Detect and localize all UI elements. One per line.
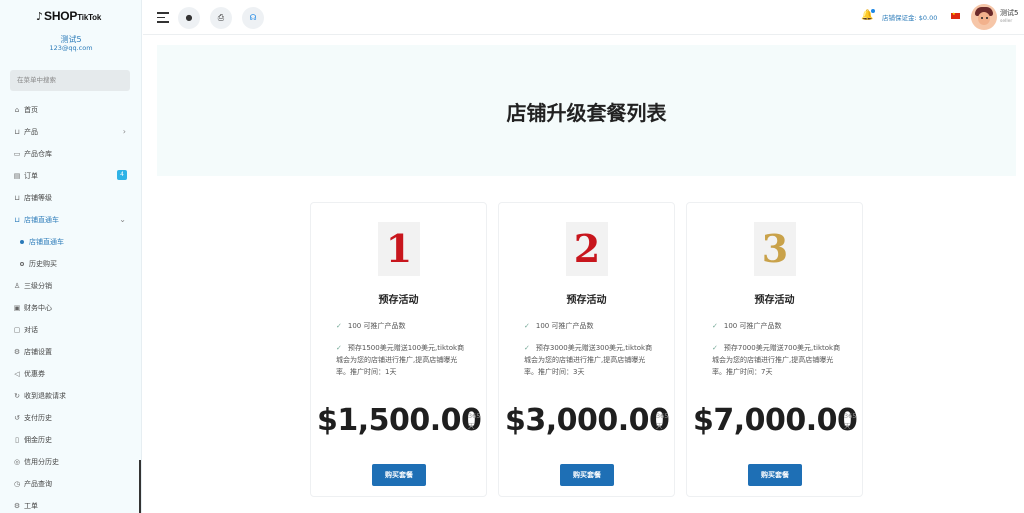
gear-icon: ⚙ (13, 348, 21, 356)
buy-package-button[interactable]: 购买套餐 (372, 464, 426, 486)
package-period: 365 天 (468, 412, 481, 430)
sidebar-subitem-shop-promotion[interactable]: 店铺直通车 (0, 231, 141, 253)
check-icon: ✓ (524, 322, 530, 330)
globe-button[interactable]: ● (178, 7, 200, 29)
check-icon: ✓ (336, 344, 342, 352)
check-icon: ✓ (712, 344, 718, 352)
sidebar-item-products[interactable]: ⊔ 产品 › (0, 121, 141, 143)
sidebar-item-home[interactable]: ⌂ 首页 (0, 99, 141, 121)
check-icon: ✓ (524, 344, 530, 352)
package-period: 365 天 (844, 412, 857, 430)
check-icon: ✓ (336, 322, 342, 330)
bullet-icon (20, 262, 24, 266)
sidebar-item-product-query[interactable]: ◷ 产品查询 (0, 473, 141, 495)
sidebar-scrollbar[interactable] (139, 460, 141, 513)
menu-search-input[interactable]: 在菜单中搜索 (10, 70, 130, 91)
topbar-user-name[interactable]: 测试5 (1000, 8, 1018, 18)
top-bar: ● ⎙ ☊ 🔔 店铺保证金: $0.00 测试5 seller (143, 0, 1024, 35)
brand-name: SHOPTikTok (44, 9, 102, 23)
sidebar-user-email: 123@qq.com (49, 44, 93, 52)
sidebar-item-shop-settings[interactable]: ⚙ 店铺设置 (0, 341, 141, 363)
chevron-right-icon: › (122, 127, 126, 136)
clock-icon: ◷ (13, 480, 21, 488)
sidebar-item-commission-history[interactable]: ▯ 佣金历史 (0, 429, 141, 451)
feature-products: ✓ 100 可推广产品数 (524, 322, 594, 330)
sidebar-item-tickets[interactable]: ⚙ 工单 (0, 495, 141, 513)
cart-icon: ⊔ (14, 128, 20, 136)
sidebar-item-chat[interactable]: ▢ 对话 (0, 319, 141, 341)
orders-count-badge: 4 (117, 170, 127, 180)
sidebar-subitem-purchase-history[interactable]: 历史购买 (0, 253, 141, 275)
notifications-bell[interactable]: 🔔 (861, 9, 876, 21)
buy-package-button[interactable]: 购买套餐 (748, 464, 802, 486)
cart-icon: ⊔ (14, 194, 20, 202)
feature-description: ✓ 预存1500美元赠送100美元,tiktok商城会为您的店铺进行推广,提高店铺… (336, 344, 465, 376)
credit-icon: ◎ (13, 458, 21, 466)
package-card: 3 预存活动 ✓ 100 可推广产品数 ✓ 预存7000美元赠送700美元,tikt… (686, 202, 863, 497)
user-icon: ♙ (13, 282, 21, 290)
document-icon: ▯ (15, 436, 19, 444)
topbar-user-role: seller (1000, 19, 1013, 24)
logo[interactable]: ♪ SHOPTikTok (36, 9, 102, 24)
ticket-icon: ⚙ (13, 502, 21, 510)
sidebar-item-distribution[interactable]: ♙ 三级分销 (0, 275, 141, 297)
package-period: 365 天 (656, 412, 669, 430)
orders-icon: ▤ (13, 172, 21, 180)
number-three-image: 3 (754, 222, 796, 276)
avatar[interactable] (971, 4, 997, 30)
page-title: 店铺升级套餐列表 (506, 101, 667, 125)
refund-icon: ↻ (14, 392, 20, 400)
package-price: $1,500.00 (317, 403, 482, 438)
feature-products: ✓ 100 可推广产品数 (712, 322, 782, 330)
sidebar-item-coupons[interactable]: ◁ 优惠券 (0, 363, 141, 385)
sidebar-item-credit-history[interactable]: ◎ 信用分历史 (0, 451, 141, 473)
package-card: 2 预存活动 ✓ 100 可推广产品数 ✓ 预存3000美元赠送300美元,tikt… (498, 202, 675, 497)
tiktok-logo-icon: ♪ (36, 10, 44, 23)
bullet-icon (20, 240, 24, 244)
support-headset-button[interactable]: ☊ (242, 7, 264, 29)
chat-icon: ▢ (13, 326, 21, 334)
home-icon: ⌂ (14, 106, 20, 114)
package-price: $3,000.00 (505, 403, 670, 438)
sidebar-item-shop-promotion[interactable]: ⊔ 店铺直通车 ⌄ (0, 209, 141, 231)
history-icon: ↺ (14, 414, 20, 422)
sidebar-item-refund-requests[interactable]: ↻ 收到退款请求 (0, 385, 141, 407)
package-title: 预存活动 (754, 295, 795, 306)
wallet-icon: ▣ (13, 304, 21, 312)
package-title: 预存活动 (566, 295, 607, 306)
check-icon: ✓ (712, 322, 718, 330)
sidebar-item-shop-level[interactable]: ⊔ 店铺等级 (0, 187, 141, 209)
print-button[interactable]: ⎙ (210, 7, 232, 29)
package-card: 1 预存活动 ✓ 100 可推广产品数 ✓ 预存1500美元赠送100美元,tikt… (310, 202, 487, 497)
sidebar: ♪ SHOPTikTok 测试5 123@qq.com 在菜单中搜索 ⌂ 首页 ⊔… (0, 0, 142, 513)
feature-description: ✓ 预存3000美元赠送300美元,tiktok商城会为您的店铺进行推广,提高店铺… (524, 344, 653, 376)
shop-deposit: 店铺保证金: $0.00 (882, 14, 938, 22)
sidebar-item-payment-history[interactable]: ↺ 支付历史 (0, 407, 141, 429)
sidebar-item-warehouse[interactable]: ▭ 产品仓库 (0, 143, 141, 165)
notification-dot (871, 9, 876, 13)
number-two-image: 2 (566, 222, 608, 276)
sidebar-menu: ⌂ 首页 ⊔ 产品 › ▭ 产品仓库 ▤ 订单 4 ⊔ 店铺等级 ⊔ 店铺直通车 ⌄ 店铺直通车 … (0, 99, 141, 513)
cart-icon: ⊔ (14, 216, 20, 224)
warehouse-icon: ▭ (13, 150, 21, 158)
page-header: 店铺升级套餐列表 (157, 45, 1016, 176)
number-one-image: 1 (378, 222, 420, 276)
package-title: 预存活动 (378, 295, 419, 306)
sidebar-item-orders[interactable]: ▤ 订单 4 (0, 165, 141, 187)
feature-products: ✓ 100 可推广产品数 (336, 322, 406, 330)
feature-description: ✓ 预存7000美元赠送700美元,tiktok商城会为您的店铺进行推广,提高店铺… (712, 344, 841, 376)
menu-toggle-icon[interactable] (157, 12, 169, 23)
chevron-down-icon: ⌄ (119, 215, 126, 224)
china-flag-icon[interactable] (951, 11, 960, 19)
coupon-icon: ◁ (14, 370, 20, 378)
sidebar-item-finance[interactable]: ▣ 财务中心 (0, 297, 141, 319)
buy-package-button[interactable]: 购买套餐 (560, 464, 614, 486)
package-price: $7,000.00 (693, 403, 858, 438)
